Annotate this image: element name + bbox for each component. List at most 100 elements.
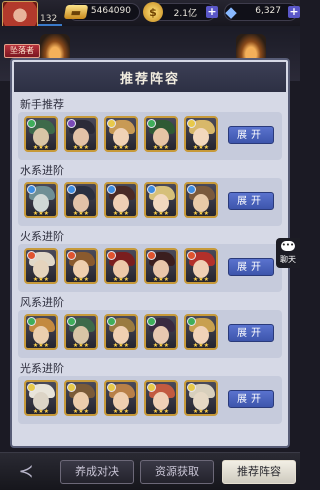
currency-coins: $ 2.1亿 +: [143, 2, 218, 22]
lineup-section: 火系进阶 ★★★ ★★★ ★★★ ★★★ ★★★ 展开: [18, 228, 282, 292]
section-title: 火系进阶: [20, 230, 64, 243]
hero-portrait[interactable]: ★★★: [184, 314, 218, 350]
tab-resource-acquisition[interactable]: 资源获取: [140, 460, 214, 484]
star-rating-icon: ★★★: [72, 342, 90, 349]
wind-element-icon: [107, 317, 116, 326]
hero-portrait[interactable]: ★★★: [184, 380, 218, 416]
bottom-tab-bar: ≺ 养成对决 资源获取 推荐阵容: [0, 452, 300, 490]
hero-portrait[interactable]: ★★★: [64, 380, 98, 416]
expand-button[interactable]: 展开: [228, 258, 274, 276]
tab-development-duel[interactable]: 养成对决: [60, 460, 134, 484]
water-element-icon: [187, 185, 196, 194]
panel-title: 推荐阵容: [119, 72, 180, 87]
lineup-section: 光系进阶 ★★★ ★★★ ★★★ ★★★ ★★★ 展开: [18, 360, 282, 424]
add-coins-button[interactable]: +: [206, 6, 218, 18]
star-rating-icon: ★★★: [32, 408, 50, 415]
star-rating-icon: ★★★: [152, 408, 170, 415]
back-arrow-icon[interactable]: ≺: [4, 461, 48, 483]
hero-portrait[interactable]: ★★★: [24, 182, 58, 218]
player-level: 132: [40, 14, 58, 24]
chat-label: 聊天: [280, 255, 296, 264]
light-element-icon: [67, 383, 76, 392]
gems-value: 6,327: [255, 6, 281, 16]
chat-tab[interactable]: ••• 聊天: [276, 238, 300, 268]
expand-button[interactable]: 展开: [228, 390, 274, 408]
star-rating-icon: ★★★: [112, 342, 130, 349]
light-element-icon: [187, 119, 196, 128]
star-rating-icon: ★★★: [192, 408, 210, 415]
star-rating-icon: ★★★: [32, 276, 50, 283]
hero-portrait[interactable]: ★★★: [144, 380, 178, 416]
hero-portrait[interactable]: ★★★: [184, 182, 218, 218]
hero-portrait[interactable]: ★★★: [104, 314, 138, 350]
hero-portrait[interactable]: ★★★: [144, 248, 178, 284]
hero-portrait[interactable]: ★★★: [104, 182, 138, 218]
fire-element-icon: [187, 251, 196, 260]
currency-gold-bars: ▬ 5464090: [63, 3, 140, 21]
hero-portrait[interactable]: ★★★: [64, 314, 98, 350]
star-rating-icon: ★★★: [112, 276, 130, 283]
expand-button[interactable]: 展开: [228, 126, 274, 144]
light-element-icon: [187, 383, 196, 392]
hero-portrait[interactable]: ★★★: [184, 248, 218, 284]
hero-portrait[interactable]: ★★★: [24, 314, 58, 350]
star-rating-icon: ★★★: [32, 144, 50, 151]
wind-element-icon: [27, 317, 36, 326]
light-element-icon: [107, 119, 116, 128]
hero-portrait[interactable]: ★★★: [64, 116, 98, 152]
wind-element-icon: [187, 317, 196, 326]
hero-portrait[interactable]: ★★★: [144, 182, 178, 218]
star-rating-icon: ★★★: [112, 408, 130, 415]
star-rating-icon: ★★★: [192, 144, 210, 151]
section-title: 新手推荐: [20, 98, 64, 111]
light-element-icon: [147, 383, 156, 392]
star-rating-icon: ★★★: [32, 210, 50, 217]
hero-portrait[interactable]: ★★★: [144, 116, 178, 152]
wind-element-icon: [67, 317, 76, 326]
light-element-icon: [107, 383, 116, 392]
hero-portrait[interactable]: ★★★: [64, 182, 98, 218]
coin-icon: $: [143, 2, 163, 22]
star-rating-icon: ★★★: [152, 144, 170, 151]
star-rating-icon: ★★★: [152, 210, 170, 217]
lineup-section: 新手推荐 ★★★ ★★★ ★★★ ★★★ ★★★ 展开: [18, 96, 282, 160]
wind-element-icon: [147, 317, 156, 326]
recommended-lineup-panel: 推荐阵容 新手推荐 ★★★ ★★★ ★★★ ★★★ ★★★ 展开 水系进阶 ★★★ ★★★ ★★★ ★…: [10, 58, 290, 448]
hero-portrait[interactable]: ★★★: [144, 314, 178, 350]
gem-icon: ◆: [225, 3, 237, 21]
star-rating-icon: ★★★: [72, 210, 90, 217]
section-title: 光系进阶: [20, 362, 64, 375]
hero-portrait[interactable]: ★★★: [64, 248, 98, 284]
lineup-row: ★★★ ★★★ ★★★ ★★★ ★★★ 展开: [18, 178, 282, 226]
star-rating-icon: ★★★: [152, 276, 170, 283]
expand-button[interactable]: 展开: [228, 324, 274, 342]
water-element-icon: [27, 185, 36, 194]
star-rating-icon: ★★★: [192, 276, 210, 283]
star-rating-icon: ★★★: [112, 144, 130, 151]
hero-portrait[interactable]: ★★★: [24, 116, 58, 152]
fire-element-icon: [107, 251, 116, 260]
hero-portrait[interactable]: ★★★: [104, 380, 138, 416]
star-rating-icon: ★★★: [72, 276, 90, 283]
gold-bar-icon: ▬: [63, 5, 89, 19]
hero-portrait[interactable]: ★★★: [104, 116, 138, 152]
wind-element-icon: [147, 119, 156, 128]
hero-portrait[interactable]: ★★★: [24, 380, 58, 416]
hero-portrait[interactable]: ★★★: [184, 116, 218, 152]
lineup-row: ★★★ ★★★ ★★★ ★★★ ★★★ 展开: [18, 244, 282, 292]
lineup-row: ★★★ ★★★ ★★★ ★★★ ★★★ 展开: [18, 376, 282, 424]
fire-element-icon: [147, 251, 156, 260]
hero-portrait[interactable]: ★★★: [104, 248, 138, 284]
section-title: 水系进阶: [20, 164, 64, 177]
hero-portrait[interactable]: ★★★: [24, 248, 58, 284]
expand-button[interactable]: 展开: [228, 192, 274, 210]
tab-recommended-lineup[interactable]: 推荐阵容: [222, 460, 296, 484]
fire-element-icon: [67, 251, 76, 260]
light-element-icon: [27, 383, 36, 392]
star-rating-icon: ★★★: [72, 144, 90, 151]
star-rating-icon: ★★★: [32, 342, 50, 349]
water-element-icon: [147, 185, 156, 194]
add-gems-button[interactable]: +: [288, 6, 300, 18]
chat-bubble-icon: •••: [281, 241, 295, 251]
coins-value: 2.1亿: [173, 9, 197, 19]
